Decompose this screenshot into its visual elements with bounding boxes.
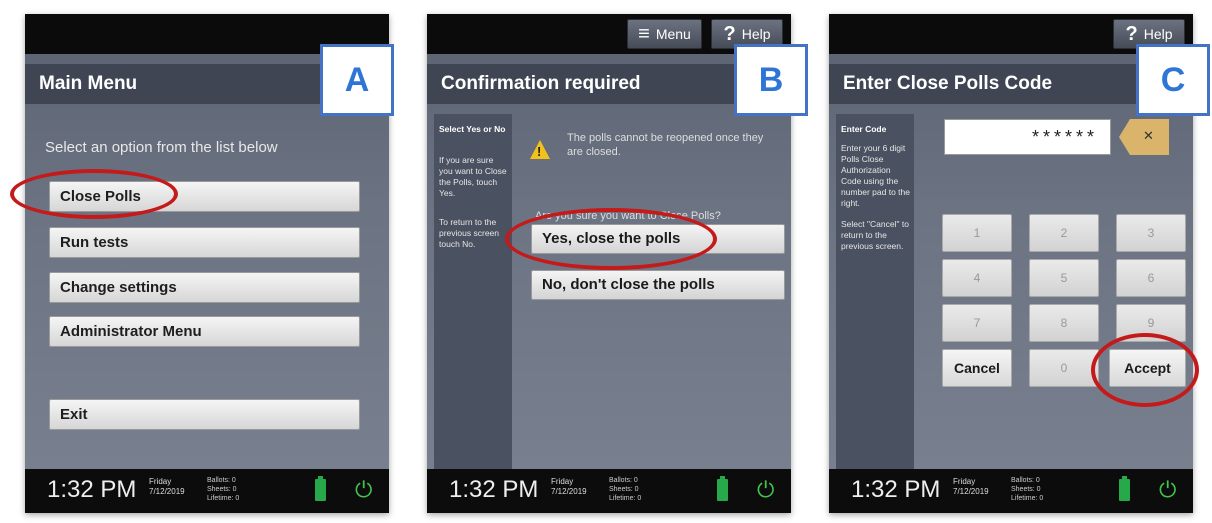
ballots-count: Ballots: 0 bbox=[207, 477, 236, 484]
instructions-text: Select Yes or No If you are sure you wan… bbox=[439, 124, 509, 250]
help-label: Help bbox=[1143, 26, 1173, 42]
day-label: Friday bbox=[551, 477, 574, 486]
sheets-count: Sheets: 0 bbox=[207, 486, 237, 493]
ballots-count: Ballots: 0 bbox=[1011, 477, 1040, 484]
panel-label-a: A bbox=[320, 44, 394, 116]
day-label: Friday bbox=[149, 477, 172, 486]
sheets-count: Sheets: 0 bbox=[1011, 486, 1041, 493]
ballot-counts: Ballots: 0 Sheets: 0 Lifetime: 0 bbox=[609, 476, 641, 503]
instructions-heading: Select Yes or No bbox=[439, 124, 506, 134]
change-settings-button[interactable]: Change settings bbox=[49, 272, 360, 303]
sheets-count: Sheets: 0 bbox=[609, 486, 639, 493]
battery-icon bbox=[1119, 476, 1130, 501]
highlight-circle bbox=[10, 169, 178, 219]
day-label: Friday bbox=[953, 477, 976, 486]
battery-icon bbox=[717, 476, 728, 501]
exit-button[interactable]: Exit bbox=[49, 399, 360, 430]
page-title: Confirmation required bbox=[441, 73, 641, 94]
instructions-no: To return to the previous screen touch N… bbox=[439, 217, 500, 249]
highlight-circle bbox=[505, 208, 717, 270]
backspace-icon: ✕ bbox=[1143, 128, 1154, 143]
keypad-4[interactable]: 4 bbox=[942, 259, 1012, 297]
instructions-cancel: Select "Cancel" to return to the previou… bbox=[841, 219, 909, 251]
page-title: Main Menu bbox=[39, 73, 138, 94]
menu-button[interactable]: ≡ Menu bbox=[627, 19, 702, 49]
menu-label: Menu bbox=[655, 26, 691, 42]
status-bar: 1:32 PM Friday 7/12/2019 Ballots: 0 Shee… bbox=[427, 469, 791, 513]
instructions-text: Enter Code Enter your 6 digit Polls Clos… bbox=[841, 124, 911, 252]
highlight-circle bbox=[1091, 333, 1199, 407]
warning-text: The polls cannot be reopened once they a… bbox=[567, 132, 764, 158]
power-plug-icon: ⏻ bbox=[757, 477, 775, 502]
cancel-button[interactable]: Cancel bbox=[942, 349, 1012, 387]
hamburger-icon: ≡ bbox=[638, 22, 650, 45]
run-tests-button[interactable]: Run tests bbox=[49, 227, 360, 258]
clock-time: 1:32 PM bbox=[851, 476, 941, 503]
instruction-text: Select an option from the list below bbox=[45, 139, 278, 156]
clock-date: Friday 7/12/2019 bbox=[551, 477, 587, 497]
status-bar: 1:32 PM Friday 7/12/2019 Ballots: 0 Shee… bbox=[829, 469, 1193, 513]
panel-label-b: B bbox=[734, 44, 808, 116]
ballot-counts: Ballots: 0 Sheets: 0 Lifetime: 0 bbox=[1011, 476, 1043, 503]
help-icon: ? bbox=[723, 22, 736, 45]
power-plug-icon: ⏻ bbox=[1159, 477, 1177, 502]
warning-mark: ! bbox=[537, 144, 542, 159]
keypad-2[interactable]: 2 bbox=[1029, 214, 1099, 252]
instructions-yes: If you are sure you want to Close the Po… bbox=[439, 155, 507, 198]
clock-time: 1:32 PM bbox=[47, 476, 137, 503]
keypad-0[interactable]: 0 bbox=[1029, 349, 1099, 387]
date-label: 7/12/2019 bbox=[149, 487, 185, 496]
no-close-polls-button[interactable]: No, don't close the polls bbox=[531, 270, 785, 300]
clock-date: Friday 7/12/2019 bbox=[953, 477, 989, 497]
ballot-counts: Ballots: 0 Sheets: 0 Lifetime: 0 bbox=[207, 476, 239, 503]
instructions-heading: Enter Code bbox=[841, 124, 887, 134]
ballots-count: Ballots: 0 bbox=[609, 477, 638, 484]
keypad-3[interactable]: 3 bbox=[1116, 214, 1186, 252]
keypad-5[interactable]: 5 bbox=[1029, 259, 1099, 297]
date-label: 7/12/2019 bbox=[953, 487, 989, 496]
administrator-menu-button[interactable]: Administrator Menu bbox=[49, 316, 360, 347]
lifetime-count: Lifetime: 0 bbox=[207, 495, 240, 502]
lifetime-count: Lifetime: 0 bbox=[1011, 495, 1044, 502]
instructions-enter: Enter your 6 digit Polls Close Authoriza… bbox=[841, 143, 910, 208]
instructions-panel: Select Yes or No If you are sure you wan… bbox=[434, 114, 512, 484]
help-icon: ? bbox=[1125, 22, 1138, 45]
panel-label-c: C bbox=[1136, 44, 1210, 116]
keypad-1[interactable]: 1 bbox=[942, 214, 1012, 252]
keypad-7[interactable]: 7 bbox=[942, 304, 1012, 342]
date-label: 7/12/2019 bbox=[551, 487, 587, 496]
clock-time: 1:32 PM bbox=[449, 476, 539, 503]
keypad-8[interactable]: 8 bbox=[1029, 304, 1099, 342]
code-input[interactable]: ****** bbox=[944, 119, 1111, 155]
power-plug-icon: ⏻ bbox=[355, 477, 373, 502]
page-title: Enter Close Polls Code bbox=[843, 73, 1053, 94]
battery-icon bbox=[315, 476, 326, 501]
instructions-panel: Enter Code Enter your 6 digit Polls Clos… bbox=[836, 114, 914, 484]
help-label: Help bbox=[741, 26, 771, 42]
lifetime-count: Lifetime: 0 bbox=[609, 495, 642, 502]
status-bar: 1:32 PM Friday 7/12/2019 Ballots: 0 Shee… bbox=[25, 469, 389, 513]
keypad-6[interactable]: 6 bbox=[1116, 259, 1186, 297]
clock-date: Friday 7/12/2019 bbox=[149, 477, 185, 497]
